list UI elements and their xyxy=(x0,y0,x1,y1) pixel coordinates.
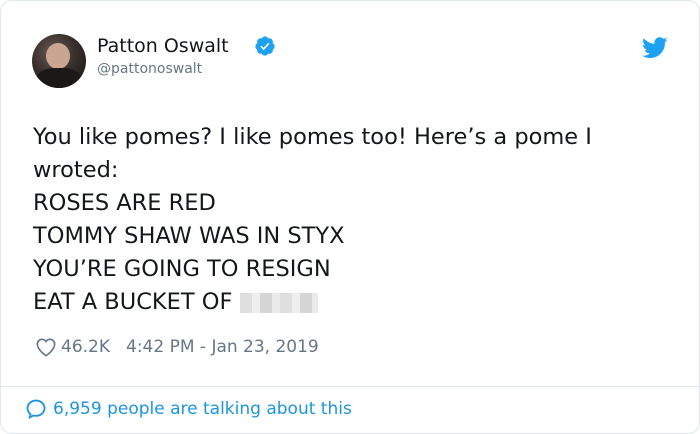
tweet-line-last: EAT A BUCKET OF xyxy=(33,286,673,319)
verified-badge-icon xyxy=(255,36,275,56)
talking-link[interactable]: 6,959 people are talking about this xyxy=(25,398,352,420)
author-handle[interactable]: @pattonoswalt xyxy=(97,61,202,77)
speech-bubble-icon xyxy=(26,399,46,420)
tweet-line: You like pomes? I like pomes too! Here’s… xyxy=(33,124,592,150)
avatar-head xyxy=(46,43,70,69)
author-name[interactable]: Patton Oswalt xyxy=(97,35,229,57)
tweet-text: You like pomes? I like pomes too! Here’s… xyxy=(33,121,673,319)
talking-text[interactable]: 6,959 people are talking about this xyxy=(53,399,352,419)
avatar-body xyxy=(36,68,82,88)
footer-divider xyxy=(1,386,699,387)
tweet-line: ROSES ARE RED xyxy=(33,190,216,216)
tweet-card[interactable]: Patton Oswalt @pattonoswalt You like pom… xyxy=(0,0,700,434)
tweet-line: TOMMY SHAW WAS IN STYX xyxy=(33,223,345,249)
tweet-line: YOU’RE GOING TO RESIGN xyxy=(33,256,331,282)
tweet-timestamp[interactable]: 4:42 PM - Jan 23, 2019 xyxy=(126,337,319,357)
heart-outline-icon[interactable] xyxy=(35,337,57,357)
tweet-line: wroted: xyxy=(33,157,119,183)
tweet-meta: 46.2K 4:42 PM - Jan 23, 2019 xyxy=(35,337,319,357)
twitter-bird-icon[interactable] xyxy=(642,37,668,59)
censored-word-pixelation xyxy=(240,292,319,313)
avatar[interactable] xyxy=(32,34,86,88)
tweet-line-text: EAT A BUCKET OF xyxy=(33,289,233,315)
like-count[interactable]: 46.2K xyxy=(61,337,110,357)
